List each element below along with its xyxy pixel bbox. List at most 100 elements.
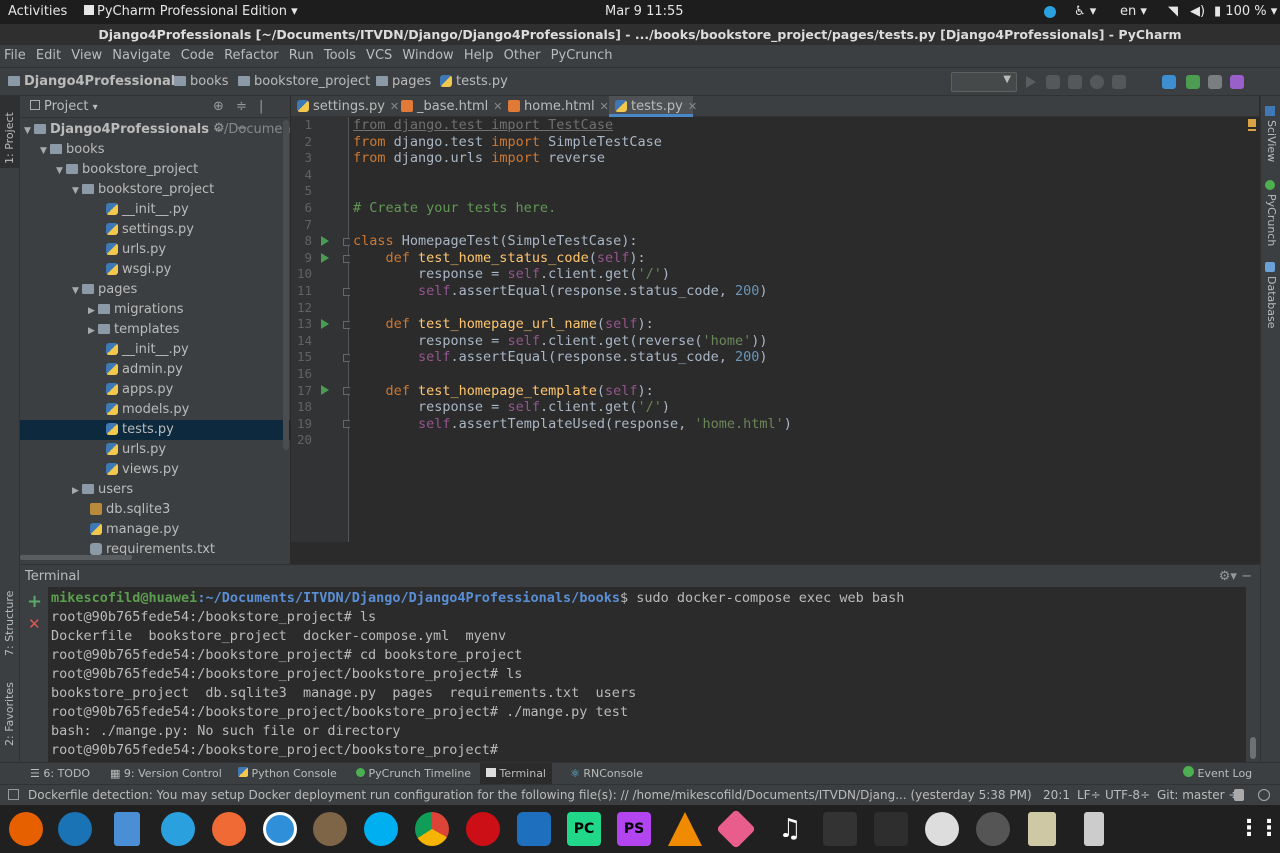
close-icon[interactable]: ✕ xyxy=(600,100,609,113)
menu-file[interactable]: File xyxy=(4,48,26,63)
scrollbar-thumb[interactable] xyxy=(1250,737,1256,759)
lifesaver-icon[interactable] xyxy=(925,812,959,846)
menu-pycrunch[interactable]: PyCrunch xyxy=(551,48,613,63)
todo-tool-button[interactable]: ☰ 6: TODO xyxy=(30,763,90,785)
debug-icon[interactable] xyxy=(1046,75,1060,89)
skype-icon[interactable] xyxy=(364,812,398,846)
file-encoding[interactable]: UTF-8÷ xyxy=(1105,785,1150,805)
breadcrumb-bookstore-project[interactable]: bookstore_project xyxy=(238,74,370,89)
version-control-tool-button[interactable]: ▦ 9: Version Control xyxy=(110,763,222,785)
tree-item-manage-py[interactable]: manage.py xyxy=(20,520,290,540)
opera-icon[interactable] xyxy=(466,812,500,846)
phpstorm-dock-icon[interactable]: PS xyxy=(617,812,651,846)
coverage-icon[interactable] xyxy=(1068,75,1082,89)
python-console-tool-button[interactable]: Python Console xyxy=(238,763,337,785)
volume-icon[interactable]: ◀) xyxy=(1190,4,1205,19)
project-view-selector[interactable]: Project xyxy=(44,99,88,114)
tree-item-apps-py[interactable]: apps.py xyxy=(20,380,290,400)
breadcrumb-books[interactable]: books xyxy=(174,74,228,89)
menu-other[interactable]: Other xyxy=(504,48,541,63)
telegram-icon[interactable] xyxy=(161,812,195,846)
tree-item-books[interactable]: ▼ books xyxy=(20,140,290,160)
profile-icon[interactable] xyxy=(1090,75,1104,89)
tree-item-pages-urls-py[interactable]: urls.py xyxy=(20,440,290,460)
code-editor[interactable]: from django.test import TestCase from dj… xyxy=(350,117,1260,542)
menu-window[interactable]: Window xyxy=(402,48,453,63)
tab-settings-py[interactable]: settings.py ✕ xyxy=(291,96,399,117)
tree-item-pages[interactable]: ▼ pages xyxy=(20,280,290,300)
terminal-tool-button[interactable]: Terminal xyxy=(480,763,552,785)
show-apps-icon[interactable]: ⋮⋮⋮ xyxy=(1238,812,1280,846)
tree-item-django4professionals[interactable]: ▼ Django4Professionals ~/Documents/IT xyxy=(20,120,290,140)
music-icon[interactable]: ♫ xyxy=(773,812,807,846)
menu-vcs[interactable]: VCS xyxy=(366,48,392,63)
clock[interactable]: Mar 9 11:55 xyxy=(605,4,684,19)
simplenote-icon[interactable] xyxy=(263,812,297,846)
database-tool-button[interactable]: Database xyxy=(1265,276,1278,329)
expand-arrow-icon[interactable]: ▼ xyxy=(72,181,82,201)
thunderbird-icon[interactable] xyxy=(58,812,92,846)
chevron-down-icon[interactable]: ▾ xyxy=(93,102,98,113)
tree-item-bookstore-project-inner[interactable]: ▼ bookstore_project xyxy=(20,180,290,200)
vcs-revert-icon[interactable] xyxy=(1230,75,1244,89)
run-icon[interactable] xyxy=(1026,76,1036,88)
inspector-icon[interactable] xyxy=(1258,789,1270,801)
run-test-icon[interactable] xyxy=(321,319,329,329)
vertical-scrollbar[interactable] xyxy=(283,120,289,450)
telegram-tray-icon[interactable] xyxy=(1044,6,1056,18)
error-stripe-mark[interactable] xyxy=(1248,129,1256,131)
expand-arrow-icon[interactable]: ▶ xyxy=(72,481,82,501)
run-test-class-icon[interactable] xyxy=(321,236,329,246)
firefox-icon[interactable] xyxy=(9,812,43,846)
system-monitor-icon[interactable] xyxy=(823,812,857,846)
tree-item-pages-init-py[interactable]: __init__.py xyxy=(20,340,290,360)
vscode-icon[interactable] xyxy=(517,812,551,846)
close-icon[interactable]: ✕ xyxy=(688,100,697,113)
tree-item-models-py[interactable]: models.py xyxy=(20,400,290,420)
expand-arrow-icon[interactable]: ▼ xyxy=(24,121,34,141)
tab-home-html[interactable]: home.html ✕ xyxy=(502,96,609,117)
event-log-tool-button[interactable]: Event Log xyxy=(1183,763,1252,785)
lock-icon[interactable] xyxy=(1234,789,1244,801)
image-viewer-icon[interactable] xyxy=(976,812,1010,846)
tree-item-templates[interactable]: ▶ templates xyxy=(20,320,290,340)
run-config-dropdown[interactable]: ▼ xyxy=(951,72,1017,92)
chrome-icon[interactable] xyxy=(415,812,449,846)
close-session-icon[interactable]: ✕ xyxy=(28,615,41,633)
editor-gutter[interactable]: 1 2 3 4 5 6 7 8 9 10 11 12 13 14 15 16 1… xyxy=(291,117,351,542)
gem-app-icon[interactable] xyxy=(716,809,756,849)
status-toggle-icon[interactable] xyxy=(8,789,19,800)
tree-item-admin-py[interactable]: admin.py xyxy=(20,360,290,380)
vcs-history-icon[interactable] xyxy=(1208,75,1222,89)
activities-button[interactable]: Activities xyxy=(8,4,67,19)
menu-navigate[interactable]: Navigate xyxy=(112,48,170,63)
tree-item-wsgi-py[interactable]: wsgi.py xyxy=(20,260,290,280)
tree-item-init-py[interactable]: __init__.py xyxy=(20,200,290,220)
expand-arrow-icon[interactable]: ▼ xyxy=(56,161,66,181)
tree-item-views-py[interactable]: views.py xyxy=(20,460,290,480)
tab-tests-py[interactable]: tests.py ✕ xyxy=(609,96,697,117)
accessibility-icon[interactable]: ♿ ▾ xyxy=(1074,4,1096,19)
run-test-icon[interactable] xyxy=(321,253,329,263)
stop-icon[interactable] xyxy=(1112,75,1126,89)
menu-tools[interactable]: Tools xyxy=(324,48,356,63)
settings-gear-icon[interactable] xyxy=(313,812,347,846)
language-selector[interactable]: en ▾ xyxy=(1120,4,1147,19)
expand-arrow-icon[interactable]: ▼ xyxy=(72,281,82,301)
terminal-scrollbar[interactable] xyxy=(1246,587,1260,762)
menu-edit[interactable]: Edit xyxy=(36,48,61,63)
menu-code[interactable]: Code xyxy=(181,48,214,63)
warning-marker-icon[interactable] xyxy=(1248,119,1256,127)
rnconsole-tool-button[interactable]: ⚛ RNConsole xyxy=(570,763,643,785)
vcs-update-icon[interactable] xyxy=(1162,75,1176,89)
pycrunch-tool-button[interactable]: PyCrunch xyxy=(1265,194,1278,246)
favorites-tool-button[interactable]: 2: Favorites xyxy=(3,682,16,746)
tree-item-db-sqlite3[interactable]: db.sqlite3 xyxy=(20,500,290,520)
usb-drive-icon[interactable] xyxy=(1084,812,1104,846)
tree-item-migrations[interactable]: ▶ migrations xyxy=(20,300,290,320)
battery-icon[interactable]: ▮ 100 % ▾ xyxy=(1214,4,1277,19)
tree-item-urls-py[interactable]: urls.py xyxy=(20,240,290,260)
tree-item-users[interactable]: ▶ users xyxy=(20,480,290,500)
menu-help[interactable]: Help xyxy=(464,48,494,63)
expand-arrow-icon[interactable]: ▶ xyxy=(88,321,98,341)
